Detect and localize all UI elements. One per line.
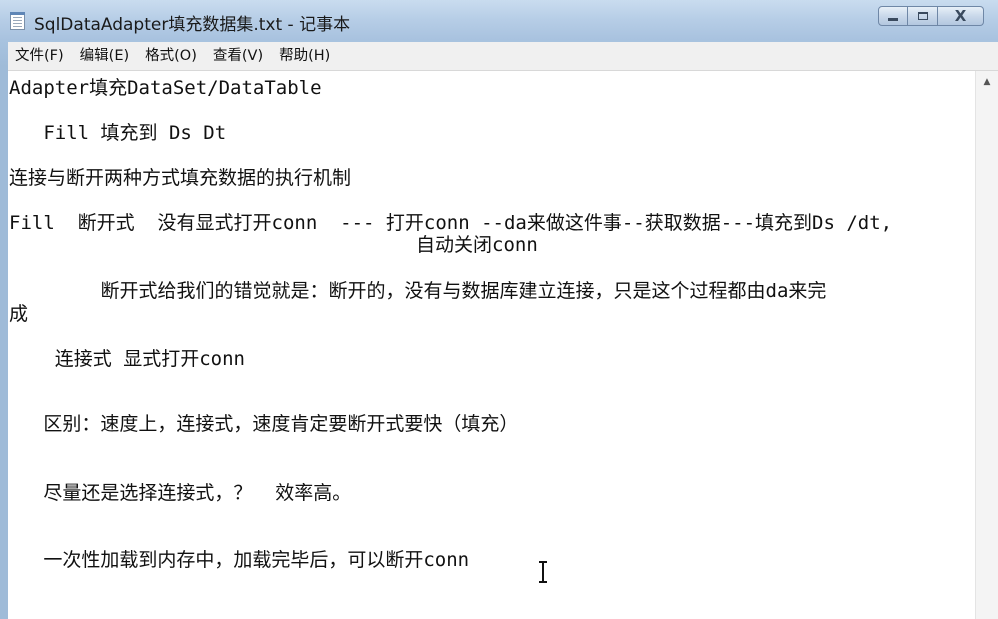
text-line: 成 bbox=[9, 303, 29, 325]
text-line: 尽量还是选择连接式，？ 效率高。 bbox=[9, 482, 352, 504]
title-bar[interactable]: SqlDataAdapter填充数据集.txt - 记事本 X bbox=[0, 0, 998, 40]
menu-file[interactable]: 文件(F) bbox=[8, 44, 71, 68]
text-line: 连接与断开两种方式填充数据的执行机制 bbox=[9, 167, 352, 189]
caption-buttons: X bbox=[878, 6, 984, 26]
text-line: 一次性加载到内存中，加载完毕后，可以断开conn bbox=[9, 549, 470, 571]
menu-format[interactable]: 格式(O) bbox=[138, 44, 204, 68]
text-line: 区别：速度上，连接式，速度肯定要断开式要快（填充） bbox=[9, 413, 519, 435]
text-line: Fill 填充到 Ds Dt bbox=[9, 122, 227, 144]
maximize-button[interactable] bbox=[908, 6, 938, 26]
menu-bar: 文件(F) 编辑(E) 格式(O) 查看(V) 帮助(H) bbox=[8, 42, 998, 71]
text-editor[interactable]: Adapter填充DataSet/DataTable Fill 填充到 Ds D… bbox=[8, 71, 998, 619]
menu-help[interactable]: 帮助(H) bbox=[272, 44, 337, 68]
notepad-icon[interactable] bbox=[10, 12, 25, 30]
menu-view[interactable]: 查看(V) bbox=[206, 44, 270, 68]
scroll-up-arrow-icon[interactable]: ▲ bbox=[976, 71, 998, 93]
close-button[interactable]: X bbox=[938, 6, 984, 26]
text-line: 断开式给我们的错觉就是：断开的，没有与数据库建立连接，只是这个过程都由da来完 bbox=[9, 280, 827, 302]
maximize-icon bbox=[917, 12, 928, 20]
text-line: 连接式 显式打开conn bbox=[9, 348, 245, 370]
ibeam-cursor-icon bbox=[538, 561, 548, 583]
window-title: SqlDataAdapter填充数据集.txt - 记事本 bbox=[34, 15, 351, 35]
minimize-icon bbox=[888, 17, 898, 21]
menu-edit[interactable]: 编辑(E) bbox=[73, 44, 136, 68]
close-icon: X bbox=[954, 7, 967, 25]
text-line: Adapter填充DataSet/DataTable bbox=[9, 77, 322, 99]
minimize-button[interactable] bbox=[878, 6, 908, 26]
document-content[interactable]: Adapter填充DataSet/DataTable Fill 填充到 Ds D… bbox=[9, 71, 974, 619]
text-line: 自动关闭conn bbox=[416, 234, 538, 256]
vertical-scrollbar[interactable]: ▲ bbox=[975, 71, 998, 619]
notepad-window: SqlDataAdapter填充数据集.txt - 记事本 X 文件(F) 编辑… bbox=[0, 0, 998, 619]
text-line: Fill 断开式 没有显式打开conn --- 打开conn --da来做这件事… bbox=[9, 212, 893, 234]
